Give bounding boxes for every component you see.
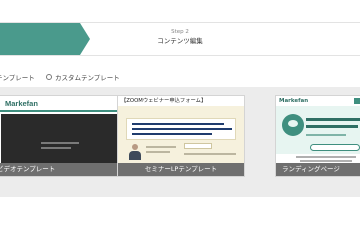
hero-text-line (306, 125, 358, 128)
cta-button-thumbnail (310, 144, 360, 151)
template-name: セミナーLPテンプレート (118, 163, 244, 176)
event-date-line (184, 153, 236, 155)
step-1-completed (0, 23, 80, 55)
template-name: ビデオテンプレート (0, 163, 117, 176)
template-option-label[interactable]: テンプレート (0, 72, 35, 82)
thumbnail-header: Markefan (0, 96, 117, 112)
step-progress-bar: Step 2 コンテンツ編集 (0, 22, 360, 56)
video-caption-line (41, 142, 79, 144)
speaker-photo (128, 144, 142, 160)
speaker-info-line (146, 151, 170, 153)
template-card-video[interactable]: Markefan ビデオテンプレート (0, 95, 118, 177)
template-card-seminar-lp[interactable]: 【ZOOMウェビナー申込フォーム】 セミナーLPテンプレート (117, 95, 245, 177)
template-type-selector: テンプレート (0, 71, 35, 83)
mascot-face (288, 120, 298, 127)
template-card-landing-page[interactable]: Markefan ランディングページ (275, 95, 360, 177)
video-caption-line (41, 147, 71, 149)
headline-line (132, 123, 224, 125)
video-player-thumbnail (1, 114, 117, 166)
step-2-current: Step 2 コンテンツ編集 (120, 28, 240, 47)
step-number: Step 2 (171, 29, 189, 35)
thumbnail-header: Markefan (276, 96, 360, 106)
template-name: ランディングページ (276, 163, 360, 176)
markefan-logo: Markefan (279, 98, 309, 104)
speaker-info-line (146, 146, 176, 148)
custom-template-option-label[interactable]: カスタムテンプレート (55, 72, 120, 82)
step-arrow (80, 23, 90, 55)
headline-line (132, 128, 232, 130)
event-info-block (184, 143, 212, 149)
hero-subtext-line (306, 134, 346, 136)
header-button (354, 98, 360, 104)
headline-line (132, 133, 212, 135)
hero-text-line (306, 118, 360, 121)
radio-icon[interactable] (46, 74, 52, 80)
thumbnail-title: 【ZOOMウェビナー申込フォーム】 (118, 96, 244, 106)
step-title: コンテンツ編集 (157, 37, 203, 45)
custom-template-option[interactable]: カスタムテンプレート (46, 71, 120, 83)
markefan-logo: Markefan (5, 99, 38, 108)
body-text-line (300, 160, 352, 162)
body-text-line (296, 156, 356, 158)
